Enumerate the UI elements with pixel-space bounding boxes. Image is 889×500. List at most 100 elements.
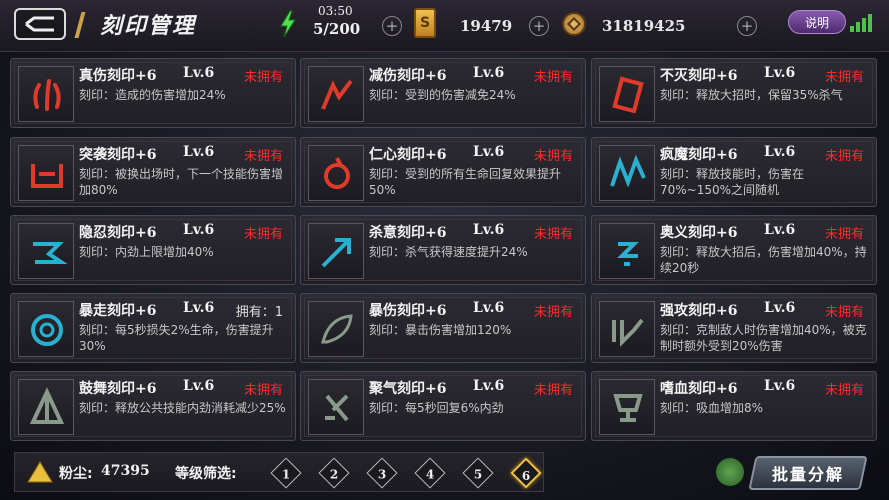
bottom-bar: 粉尘: 47395 等级筛选: 1 2 3 4 5 6 <box>14 452 544 492</box>
ownership-status: 未拥有 <box>243 383 283 398</box>
imprint-card[interactable]: 仁心刻印+6 Lv.6 未拥有刻印：受到的所有生命回复效果提升50% <box>300 137 586 207</box>
imprint-description: 刻印：每5秒损失2%生命，伤害提升30% <box>79 323 274 353</box>
imprint-card[interactable]: 不灭刻印+6 Lv.6 未拥有 刻印：释放大招时，保留35%杀气 <box>591 58 877 128</box>
level-filter-3[interactable]: 3 <box>366 457 398 489</box>
leaf-icon <box>308 301 364 357</box>
level-filter-4[interactable]: 4 <box>414 457 446 489</box>
imprint-name: 暴走刻印+6 <box>79 303 157 319</box>
imprint-level: Lv.6 <box>183 300 215 316</box>
batch-decompose-button[interactable]: 批量分解 <box>748 456 868 490</box>
imprint-description: 刻印：释放大招后，伤害增加40%，持续20秒 <box>660 245 867 275</box>
imprint-name: 疯魔刻印+6 <box>660 147 738 163</box>
ownership-status: 未拥有 <box>243 149 283 164</box>
imprint-name: 奥义刻印+6 <box>660 225 738 241</box>
energy-count: 5/200 <box>313 20 361 38</box>
imprint-name: 杀意刻印+6 <box>369 225 447 241</box>
imprint-name: 不灭刻印+6 <box>660 68 738 84</box>
card-icon <box>599 66 655 122</box>
imprint-card[interactable]: 暴走刻印+6 Lv.6 拥有：1 刻印：每5秒损失2%生命，伤害提升30% <box>10 293 296 363</box>
imprint-name: 强攻刻印+6 <box>660 303 738 319</box>
level-filter-label: 等级筛选: <box>175 466 237 482</box>
coin-count: 31819425 <box>602 17 686 35</box>
imprint-level: Lv.6 <box>473 144 505 160</box>
imprint-description: 刻印：每5秒回复6%内劲 <box>369 401 504 415</box>
imprint-card[interactable]: 强攻刻印+6 Lv.6 未拥有刻印：克制敌人时伤害增加40%，被克制时额外受到20%… <box>591 293 877 363</box>
imprint-description: 刻印：被换出场时，下一个技能伤害增加80% <box>79 167 284 197</box>
imprint-name: 聚气刻印+6 <box>369 381 447 397</box>
imprint-level: Lv.6 <box>473 300 505 316</box>
rune-icon <box>599 223 655 279</box>
imprint-description: 刻印：暴击伤害增加120% <box>369 323 512 337</box>
level-filter-5[interactable]: 5 <box>462 457 494 489</box>
imprint-level: Lv.6 <box>764 222 796 238</box>
imprint-description: 刻印：受到的所有生命回复效果提升50% <box>369 167 562 197</box>
imprint-card[interactable]: 隐忍刻印+6 Lv.6 未拥有刻印：内劲上限增加40% <box>10 215 296 285</box>
ownership-status: 未拥有 <box>824 227 864 242</box>
back-button[interactable] <box>14 8 66 40</box>
dust-value: 47395 <box>101 463 150 479</box>
imprint-level: Lv.6 <box>473 222 505 238</box>
ownership-status: 未拥有 <box>824 70 864 85</box>
triple-claw-icon <box>18 66 74 122</box>
level-filter-6[interactable]: 6 <box>510 457 542 489</box>
dust-label: 粉尘: <box>59 466 93 482</box>
imprint-card[interactable]: 杀意刻印+6 Lv.6 未拥有 刻印：杀气获得速度提升24% <box>300 215 586 285</box>
ownership-status: 未拥有 <box>243 70 283 85</box>
ownership-status: 未拥有 <box>824 305 864 320</box>
ticket-icon: S <box>414 8 436 38</box>
help-button[interactable]: 说明 <box>788 10 846 34</box>
glyph-icon <box>599 301 655 357</box>
imprint-card[interactable]: 鼓舞刻印+6 Lv.6 未拥有 刻印：释放公共技能内劲消耗减少25% <box>10 371 296 441</box>
imprint-level: Lv.6 <box>473 65 505 81</box>
ownership-status: 未拥有 <box>533 149 573 164</box>
top-bar: 刻印管理 03:50 5/200 + S 19479 + 31819425 + … <box>0 0 889 52</box>
ownership-status: 未拥有 <box>533 70 573 85</box>
ownership-status: 未拥有 <box>533 227 573 242</box>
title-decoration <box>74 12 86 38</box>
arrow-icon <box>308 223 364 279</box>
sigil-icon <box>308 379 364 435</box>
imprint-description: 刻印：内劲上限增加40% <box>79 245 214 259</box>
imprint-name: 隐忍刻印+6 <box>79 225 157 241</box>
imprint-card[interactable]: 嗜血刻印+6 Lv.6 未拥有 刻印：吸血增加8% <box>591 371 877 441</box>
level-filter-1[interactable]: 1 <box>270 457 302 489</box>
imprint-description: 刻印：造成的伤害增加24% <box>79 88 226 102</box>
imprint-level: Lv.6 <box>764 65 796 81</box>
ownership-status: 拥有：1 <box>235 305 283 320</box>
imprint-level: Lv.6 <box>183 222 215 238</box>
imprint-description: 刻印：吸血增加8% <box>660 401 764 415</box>
ownership-status: 未拥有 <box>243 227 283 242</box>
imprint-description: 刻印：释放技能时，伤害在70%~150%之间随机 <box>660 167 805 197</box>
imprint-card[interactable]: 真伤刻印+6 Lv.6 未拥有 刻印：造成的伤害增加24% <box>10 58 296 128</box>
imprint-level: Lv.6 <box>764 300 796 316</box>
imprint-card[interactable]: 减伤刻印+6 Lv.6 未拥有 刻印：受到的伤害减免24% <box>300 58 586 128</box>
imprint-description: 刻印：释放公共技能内劲消耗减少25% <box>79 401 286 415</box>
imprint-card[interactable]: 突袭刻印+6 Lv.6 未拥有 刻印：被换出场时，下一个技能伤害增加80% <box>10 137 296 207</box>
ticket-count: 19479 <box>460 17 513 35</box>
back-arrow-icon <box>25 16 54 32</box>
imprint-card[interactable]: 暴伤刻印+6 Lv.6 未拥有 刻印：暴击伤害增加120% <box>300 293 586 363</box>
imprint-name: 嗜血刻印+6 <box>660 381 738 397</box>
swirl-icon <box>308 145 364 201</box>
imprint-card[interactable]: 疯魔刻印+6 Lv.6 未拥有 刻印：释放技能时，伤害在70%~150%之间随机 <box>591 137 877 207</box>
tent-icon <box>18 379 74 435</box>
imprint-card[interactable]: 聚气刻印+6 Lv.6 未拥有 刻印：每5秒回复6%内劲 <box>300 371 586 441</box>
imprint-level: Lv.6 <box>183 378 215 394</box>
add-ticket-button[interactable]: + <box>529 16 549 36</box>
imprint-description: 刻印：杀气获得速度提升24% <box>369 245 528 259</box>
level-filter-2[interactable]: 2 <box>318 457 350 489</box>
imprint-description: 刻印：受到的伤害减免24% <box>369 88 516 102</box>
ownership-status: 未拥有 <box>824 149 864 164</box>
imprint-name: 突袭刻印+6 <box>79 147 157 163</box>
signal-icon <box>850 10 872 32</box>
imprint-description: 刻印：克制敌人时伤害增加40%，被克制时额外受到20%伤害 <box>660 323 867 353</box>
coin-icon <box>562 12 586 36</box>
ownership-status: 未拥有 <box>533 383 573 398</box>
imprint-card[interactable]: 奥义刻印+6 Lv.6 未拥有刻印：释放大招后，伤害增加40%，持续20秒 <box>591 215 877 285</box>
watermark-icon <box>716 458 744 486</box>
ownership-status: 未拥有 <box>824 383 864 398</box>
imprint-name: 仁心刻印+6 <box>369 147 447 163</box>
add-coin-button[interactable]: + <box>737 16 757 36</box>
imprint-level: Lv.6 <box>183 65 215 81</box>
add-energy-button[interactable]: + <box>382 16 402 36</box>
